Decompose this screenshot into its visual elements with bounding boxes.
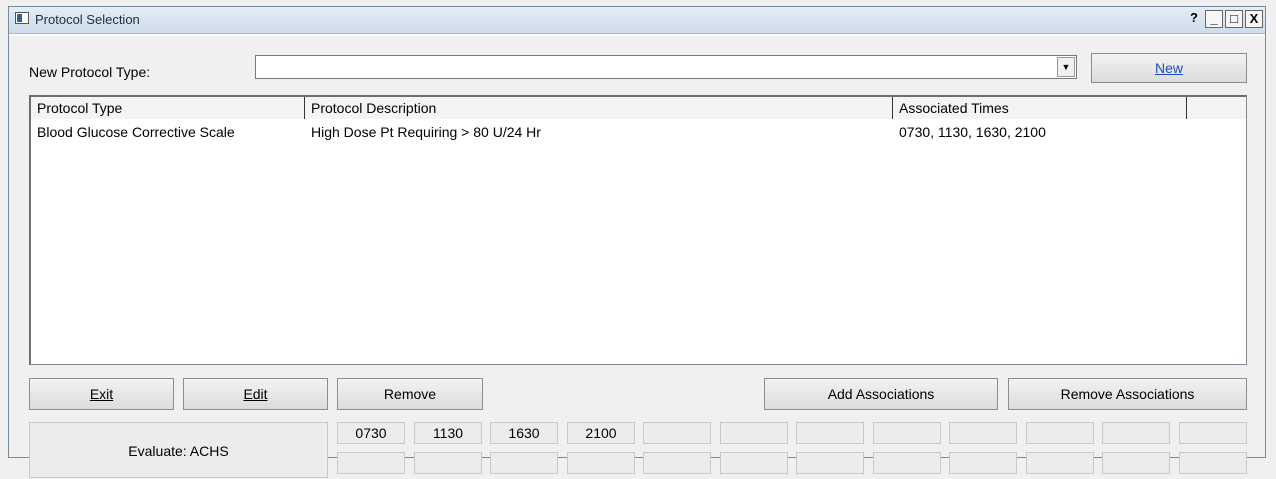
dialog-content: New Protocol Type: ▼ New Protocol Type P… (9, 34, 1265, 478)
cell-protocol-description: High Dose Pt Requiring > 80 U/24 Hr (311, 124, 541, 140)
time-slot[interactable] (796, 422, 864, 444)
time-slot[interactable] (949, 452, 1017, 474)
time-slot[interactable] (1026, 452, 1094, 474)
close-button[interactable]: X (1245, 10, 1263, 28)
cell-associated-times: 0730, 1130, 1630, 2100 (899, 124, 1046, 140)
add-associations-button-label: Add Associations (827, 386, 935, 402)
time-slot[interactable]: 2100 (567, 422, 635, 444)
new-button-label: New (1154, 60, 1183, 76)
time-slot[interactable]: 1630 (490, 422, 558, 444)
time-slot[interactable] (643, 452, 711, 474)
help-button[interactable]: ? (1185, 10, 1203, 28)
time-slot[interactable] (490, 452, 558, 474)
time-slot[interactable] (414, 452, 482, 474)
time-slot[interactable] (1026, 422, 1094, 444)
protocol-list[interactable]: Protocol Type Protocol Description Assoc… (29, 95, 1247, 365)
maximize-button[interactable]: □ (1225, 10, 1243, 28)
time-slot[interactable] (337, 452, 405, 474)
title-bar-buttons: ? _ □ X (1185, 10, 1263, 28)
time-slot[interactable] (567, 452, 635, 474)
new-button[interactable]: New (1091, 53, 1247, 83)
exit-button-label: Exit (89, 386, 114, 402)
new-protocol-type-dropdown[interactable]: ▼ (255, 55, 1077, 79)
protocol-selection-window: Protocol Selection ? _ □ X New Protocol … (8, 6, 1266, 478)
column-header-associated-times[interactable]: Associated Times (893, 97, 1187, 119)
list-header: Protocol Type Protocol Description Assoc… (31, 97, 1246, 119)
time-slot[interactable] (1179, 422, 1247, 444)
edit-button[interactable]: Edit (183, 378, 328, 410)
time-slot[interactable] (796, 452, 864, 474)
column-header-protocol-description[interactable]: Protocol Description (305, 97, 893, 119)
time-slot[interactable] (720, 452, 788, 474)
time-slot[interactable]: 1130 (414, 422, 482, 444)
remove-associations-button-label: Remove Associations (1060, 386, 1195, 402)
time-slot[interactable] (949, 422, 1017, 444)
evaluate-panel: Evaluate: ACHS (29, 422, 328, 478)
time-slot[interactable] (643, 422, 711, 444)
time-slot[interactable] (873, 452, 941, 474)
exit-button[interactable]: Exit (29, 378, 174, 410)
time-slot[interactable] (1102, 452, 1170, 474)
new-protocol-type-label: New Protocol Type: (29, 64, 151, 80)
window-title: Protocol Selection (35, 12, 140, 27)
time-slot[interactable] (720, 422, 788, 444)
time-slot[interactable] (1102, 422, 1170, 444)
add-associations-button[interactable]: Add Associations (764, 378, 998, 410)
remove-associations-button[interactable]: Remove Associations (1008, 378, 1247, 410)
window-app-icon (15, 12, 29, 24)
time-slot[interactable] (873, 422, 941, 444)
column-header-protocol-type[interactable]: Protocol Type (31, 97, 305, 119)
remove-button[interactable]: Remove (337, 378, 483, 410)
dropdown-arrow-icon[interactable]: ▼ (1057, 57, 1075, 77)
cell-protocol-type: Blood Glucose Corrective Scale (37, 124, 235, 140)
minimize-button[interactable]: _ (1205, 10, 1223, 28)
time-slot[interactable]: 0730 (337, 422, 405, 444)
table-row[interactable]: Blood Glucose Corrective Scale High Dose… (31, 121, 1246, 143)
title-bar: Protocol Selection ? _ □ X (9, 7, 1265, 34)
time-slot[interactable] (1179, 452, 1247, 474)
edit-button-label: Edit (243, 386, 268, 402)
